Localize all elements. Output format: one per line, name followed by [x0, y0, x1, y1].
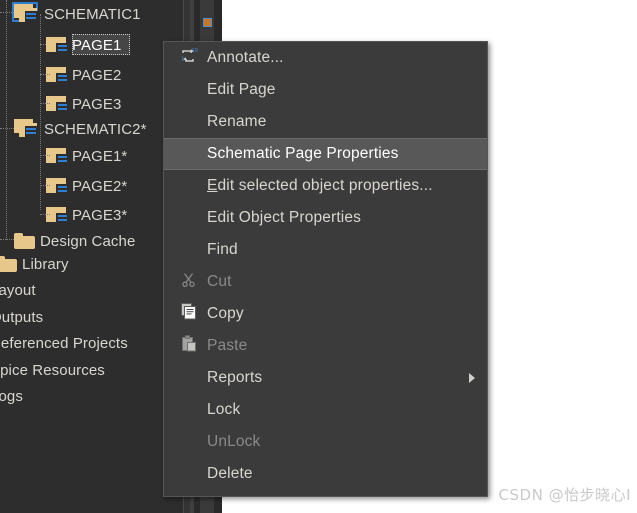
menu-item-label: Edit Page	[204, 81, 276, 99]
svg-text:1: 1	[181, 56, 184, 62]
menu-item-icon-slot	[174, 106, 204, 138]
context-menu[interactable]: 10 1 Annotate... Edit Page Rename Schematic P…	[163, 41, 488, 497]
schematic-group-folder-icon	[14, 4, 40, 24]
menu-item-edit-object-properties[interactable]: Edit Object Properties	[164, 202, 487, 234]
menu-item-cut: Cut	[164, 266, 487, 298]
folder-icon	[14, 233, 36, 250]
menu-item-label: Find	[204, 241, 238, 259]
menu-item-annotate[interactable]: 10 1 Annotate...	[164, 42, 487, 74]
schematic-page-icon	[46, 37, 68, 54]
menu-item-label: Copy	[204, 305, 244, 323]
tree-item-page1[interactable]: PAGE1	[46, 33, 121, 57]
menu-item-icon-slot	[174, 298, 204, 330]
menu-item-icon-slot	[174, 202, 204, 234]
folder-icon	[0, 256, 18, 273]
menu-item-label: Edit Object Properties	[204, 209, 361, 227]
menu-item-edit-page[interactable]: Edit Page	[164, 74, 487, 106]
menu-item-icon-slot	[174, 234, 204, 266]
tree-connector-line	[0, 12, 14, 14]
tree-item-library[interactable]: Library	[0, 252, 69, 276]
menu-item-label: Edit selected object properties...	[204, 177, 433, 195]
tree-connector-line	[40, 185, 50, 187]
tree-item-label: PAGE3	[68, 96, 121, 113]
tree-item-schematic2[interactable]: SCHEMATIC2*	[14, 117, 147, 141]
tree-item-label: Layout	[0, 282, 36, 299]
menu-item-icon-slot	[174, 170, 204, 202]
tree-item-page2[interactable]: PAGE2*	[46, 174, 127, 198]
menu-item-copy[interactable]: Copy	[164, 298, 487, 330]
tree-item-page1[interactable]: PAGE1*	[46, 144, 127, 168]
menu-item-icon-slot	[174, 139, 204, 169]
menu-item-paste: Paste	[164, 330, 487, 362]
tree-item-label: Outputs	[0, 309, 43, 326]
menu-item-label: Rename	[204, 113, 267, 131]
tree-connector-line	[40, 74, 50, 76]
tree-connector-line	[40, 103, 50, 105]
menu-item-find[interactable]: Find	[164, 234, 487, 266]
paste-icon	[181, 335, 197, 357]
tree-item-page2[interactable]: PAGE2	[46, 63, 121, 87]
menu-item-label: Lock	[204, 401, 240, 419]
annotate-icon: 10 1	[180, 48, 198, 69]
tree-connector-line	[0, 128, 14, 130]
tree-item-label: SCHEMATIC1	[40, 6, 141, 23]
tree-item-label: Design Cache	[36, 233, 135, 250]
tree-item-referenced-projects[interactable]: Referenced Projects	[0, 331, 128, 355]
tree-connector-line	[40, 155, 50, 157]
menu-item-unlock: UnLock	[164, 426, 487, 458]
menu-item-label: UnLock	[204, 433, 260, 451]
tree-item-label: PAGE2*	[68, 178, 127, 195]
menu-item-label: Delete	[204, 465, 253, 483]
svg-text:10: 10	[192, 48, 198, 54]
tree-item-page3[interactable]: PAGE3	[46, 92, 121, 116]
tree-item-label: SCHEMATIC2*	[40, 121, 147, 138]
scrollbar-thumb-marker[interactable]	[203, 18, 212, 27]
tree-item-layout[interactable]: Layout	[0, 278, 36, 302]
menu-item-icon-slot	[174, 330, 204, 362]
cut-icon	[181, 272, 197, 293]
menu-item-edit-selected-object-properties[interactable]: Edit selected object properties...	[164, 170, 487, 202]
menu-item-delete[interactable]: Delete	[164, 458, 487, 490]
tree-item-outputs[interactable]: Outputs	[0, 305, 43, 329]
tree-item-design-cache[interactable]: Design Cache	[14, 229, 135, 253]
menu-item-rename[interactable]: Rename	[164, 106, 487, 138]
menu-item-icon-slot	[174, 266, 204, 298]
tree-item-label: Spice Resources	[0, 362, 105, 379]
csdn-watermark: CSDN @怡步晓心I	[499, 484, 631, 505]
tree-connector-line	[6, 0, 8, 240]
tree-item-label: PAGE1*	[68, 148, 127, 165]
tree-item-label: Library	[18, 256, 69, 273]
tree-connector-line	[40, 214, 50, 216]
tree-item-label: PAGE2	[68, 67, 121, 84]
schematic-group-folder-icon	[14, 119, 40, 139]
menu-item-schematic-page-properties[interactable]: Schematic Page Properties	[164, 138, 487, 170]
submenu-arrow-icon	[469, 373, 475, 383]
tree-item-label: PAGE3*	[68, 207, 127, 224]
copy-icon	[181, 303, 197, 325]
menu-item-icon-slot	[174, 394, 204, 426]
menu-item-label: Paste	[204, 337, 247, 355]
tree-item-page3[interactable]: PAGE3*	[46, 203, 127, 227]
menu-item-icon-slot	[174, 362, 204, 394]
menu-item-reports[interactable]: Reports	[164, 362, 487, 394]
menu-item-icon-slot: 10 1	[174, 42, 204, 74]
menu-item-icon-slot	[174, 74, 204, 106]
tree-item-logs[interactable]: Logs	[0, 384, 23, 408]
tree-item-schematic1[interactable]: SCHEMATIC1	[14, 2, 141, 26]
menu-item-label: Schematic Page Properties	[204, 145, 399, 163]
tree-item-label: Logs	[0, 388, 23, 405]
tree-item-spice-resources[interactable]: Spice Resources	[0, 358, 105, 382]
tree-item-label: Referenced Projects	[0, 335, 128, 352]
project-manager-tree-panel[interactable]: SCHEMATIC1 PAGE1 PAGE2 PAGE3 SCHEMATIC2* PAGE…	[0, 0, 184, 513]
menu-item-label: Reports	[204, 369, 262, 387]
menu-item-icon-slot	[174, 458, 204, 490]
menu-item-lock[interactable]: Lock	[164, 394, 487, 426]
menu-item-label: Annotate...	[204, 49, 284, 67]
tree-item-label: PAGE1	[68, 37, 121, 54]
tree-connector-line	[0, 239, 14, 241]
menu-item-label: Cut	[204, 273, 232, 291]
menu-item-icon-slot	[174, 426, 204, 458]
